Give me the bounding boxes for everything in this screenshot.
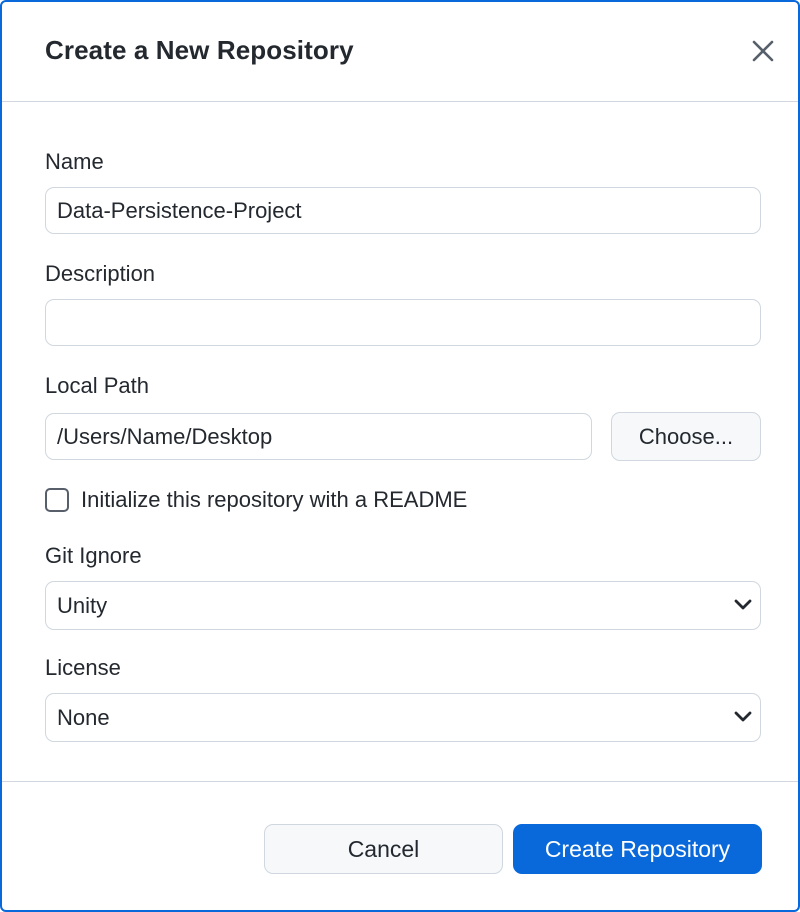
readme-checkbox-label[interactable]: Initialize this repository with a README <box>81 487 467 513</box>
name-input[interactable]: Data-Persistence-Project <box>45 187 761 234</box>
create-repository-dialog: Create a New Repository Name Data-Persis… <box>0 0 800 912</box>
license-selected-value: None <box>57 705 110 730</box>
description-input[interactable] <box>45 299 761 346</box>
license-select[interactable]: None <box>45 693 761 742</box>
footer-divider <box>2 781 798 782</box>
name-label: Name <box>45 149 104 174</box>
git-ignore-select[interactable]: Unity <box>45 581 761 630</box>
readme-checkbox-row[interactable]: Initialize this repository with a README <box>45 486 467 514</box>
close-button[interactable] <box>750 38 776 64</box>
local-path-input[interactable]: /Users/Name/Desktop <box>45 413 592 460</box>
close-icon <box>752 40 774 62</box>
chevron-down-icon <box>734 711 752 722</box>
git-ignore-label: Git Ignore <box>45 543 142 568</box>
chevron-down-icon <box>734 599 752 610</box>
local-path-input-value: /Users/Name/Desktop <box>57 424 273 449</box>
dialog-title: Create a New Repository <box>45 35 354 65</box>
readme-checkbox[interactable] <box>45 488 69 512</box>
cancel-button[interactable]: Cancel <box>264 824 503 874</box>
name-input-value: Data-Persistence-Project <box>57 198 302 223</box>
dialog-header: Create a New Repository <box>2 2 798 102</box>
create-repository-button[interactable]: Create Repository <box>513 824 762 874</box>
description-label: Description <box>45 261 156 286</box>
git-ignore-selected-value: Unity <box>57 593 108 618</box>
license-label: License <box>45 655 121 680</box>
local-path-label: Local Path <box>45 373 149 398</box>
choose-button[interactable]: Choose... <box>611 412 761 461</box>
